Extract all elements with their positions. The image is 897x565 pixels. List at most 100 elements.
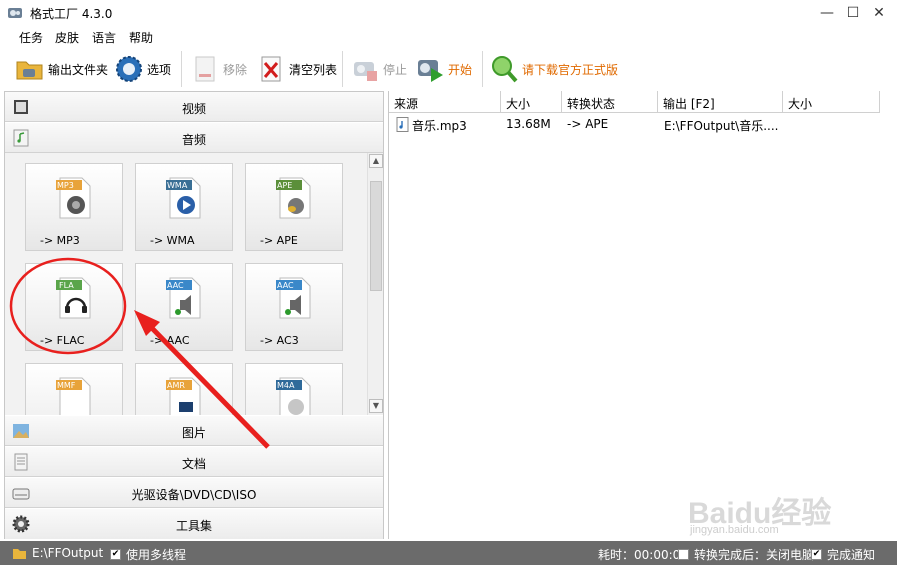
folder-small-icon: [13, 548, 26, 559]
output-path-status[interactable]: E:\FFOutput: [12, 546, 103, 560]
row-source: 音乐.mp3: [412, 119, 467, 133]
row-output: E:\FFOutput\音乐....: [664, 119, 779, 133]
close-button[interactable]: ✕: [864, 0, 894, 26]
menu-bar: 任务 皮肤 语言 帮助: [0, 26, 897, 46]
column-source[interactable]: 来源: [389, 91, 501, 113]
tile-label: -> MP3: [40, 234, 80, 247]
audio-format-grid: MP3 -> MP3 WMA -> WMA APE -> APE FLA -> …: [5, 153, 367, 415]
category-video-label: 视频: [181, 102, 206, 116]
after-convert-label: 转换完成后：关闭电脑: [694, 548, 815, 562]
category-tools[interactable]: 工具集: [5, 509, 383, 539]
tile-badge: APE: [277, 181, 293, 190]
remove-label: 移除: [223, 62, 248, 77]
column-status[interactable]: 转换状态: [562, 91, 658, 113]
format-factory-app-icon: [8, 8, 22, 18]
tile-to-ac3[interactable]: AAC -> AC3: [245, 263, 343, 351]
tile-to-aac[interactable]: AAC -> AAC: [135, 263, 233, 351]
tile-badge: MP3: [57, 181, 74, 190]
toolbar-separator: [181, 51, 182, 87]
tile-to-amr[interactable]: AMR: [135, 363, 233, 415]
row-status: -> APE: [567, 117, 609, 131]
tile-badge: AMR: [167, 381, 185, 390]
column-size[interactable]: 大小: [501, 91, 562, 113]
tile-label: -> FLAC: [40, 334, 85, 347]
clear-list-button[interactable]: 清空列表: [256, 50, 337, 88]
options-gear-icon: [116, 56, 142, 82]
menu-task[interactable]: 任务: [19, 29, 43, 46]
toolbar: 输出文件夹 选项 移除 清空列表 停止 开始 请下载官方正式版: [0, 47, 897, 91]
category-document[interactable]: 文档: [5, 447, 383, 477]
category-tools-label: 工具集: [175, 519, 212, 533]
multithread-check[interactable]: ✔: [110, 549, 121, 560]
download-official-label: 请下载官方正式版: [522, 62, 619, 77]
title-bar: 格式工厂 4.3.0 — ☐ ✕: [0, 0, 897, 26]
tile-label: -> WMA: [150, 234, 195, 247]
start-label: 开始: [448, 62, 473, 77]
menu-skin[interactable]: 皮肤: [55, 29, 79, 46]
notify-label: 完成通知: [827, 548, 876, 562]
tile-label: -> APE: [260, 234, 298, 247]
stop-icon: [354, 62, 377, 81]
status-bar: E:\FFOutput ✔ 使用多线程 耗时：00:00:00 转换完成后：关闭…: [0, 541, 897, 565]
remove-button[interactable]: 移除: [190, 50, 247, 88]
category-audio[interactable]: 音频: [5, 123, 383, 153]
tile-to-mp3[interactable]: MP3 -> MP3: [25, 163, 123, 251]
download-official-link[interactable]: 请下载官方正式版: [489, 50, 618, 88]
tile-badge: FLA: [59, 281, 74, 290]
start-icon: [418, 60, 443, 82]
tile-badge: M4A: [277, 381, 295, 390]
output-folder-label: 输出文件夹: [48, 62, 109, 77]
category-picture[interactable]: 图片: [5, 416, 383, 446]
elapsed-text: 耗时：00:00:00: [598, 548, 688, 562]
tile-to-m4a[interactable]: M4A: [245, 363, 343, 415]
tile-to-wma[interactable]: WMA -> WMA: [135, 163, 233, 251]
tile-badge: AAC: [277, 281, 294, 290]
tile-to-ape[interactable]: APE -> APE: [245, 163, 343, 251]
task-list: 来源 大小 转换状态 输出 [F2] 大小 音乐.mp3 13.68M -> A…: [388, 91, 897, 539]
tile-to-mmf[interactable]: MMF: [25, 363, 123, 415]
magnifier-icon: [492, 56, 518, 83]
output-folder-button[interactable]: 输出文件夹: [15, 50, 108, 88]
after-convert-option[interactable]: 转换完成后：关闭电脑: [678, 546, 814, 563]
tile-label: -> AAC: [150, 334, 190, 347]
category-panel: 视频 音频 MP3 -> MP3 WMA -> WMA APE -> APE F…: [4, 91, 384, 539]
output-path-text: E:\FFOutput: [32, 546, 104, 560]
tile-to-flac[interactable]: FLA -> FLAC: [25, 263, 123, 351]
multithread-checkbox[interactable]: ✔ 使用多线程: [110, 546, 186, 563]
scroll-thumb[interactable]: [370, 181, 382, 291]
category-rom-device[interactable]: 光驱设备\DVD\CD\ISO: [5, 478, 383, 508]
row-size: 13.68M: [506, 117, 551, 131]
options-button[interactable]: 选项: [114, 50, 171, 88]
folder-icon: [16, 61, 43, 80]
clear-list-icon: [261, 56, 281, 82]
after-convert-check[interactable]: [678, 549, 689, 560]
menu-language[interactable]: 语言: [92, 29, 116, 46]
category-rom-label: 光驱设备\DVD\CD\ISO: [131, 488, 257, 502]
clear-list-label: 清空列表: [289, 62, 338, 77]
window-title: 格式工厂 4.3.0: [30, 7, 113, 21]
start-button[interactable]: 开始: [415, 50, 472, 88]
stop-button[interactable]: 停止: [350, 50, 407, 88]
category-document-label: 文档: [181, 457, 206, 471]
stop-label: 停止: [383, 62, 408, 77]
audio-file-icon: [396, 117, 409, 132]
tile-badge: AAC: [167, 281, 184, 290]
category-video[interactable]: 视频: [5, 92, 383, 122]
scroll-up-arrow[interactable]: ▲: [369, 154, 383, 168]
tile-scrollbar[interactable]: ▲ ▼: [367, 153, 383, 415]
category-audio-label: 音频: [181, 133, 206, 147]
column-output[interactable]: 输出 [F2]: [658, 91, 783, 113]
scroll-down-arrow[interactable]: ▼: [369, 399, 383, 413]
column-output-size[interactable]: 大小: [783, 91, 880, 113]
notify-checkbox[interactable]: ✔ 完成通知: [811, 546, 875, 563]
notify-check[interactable]: ✔: [811, 549, 822, 560]
category-picture-label: 图片: [181, 426, 206, 440]
remove-doc-icon: [195, 56, 215, 82]
toolbar-separator: [482, 51, 483, 87]
multithread-label: 使用多线程: [126, 548, 187, 562]
toolbar-separator: [342, 51, 343, 87]
tile-badge: MMF: [57, 381, 76, 390]
baidu-watermark-url: jingyan.baidu.com: [690, 524, 779, 536]
menu-help[interactable]: 帮助: [129, 29, 153, 46]
tile-badge: WMA: [167, 181, 188, 190]
